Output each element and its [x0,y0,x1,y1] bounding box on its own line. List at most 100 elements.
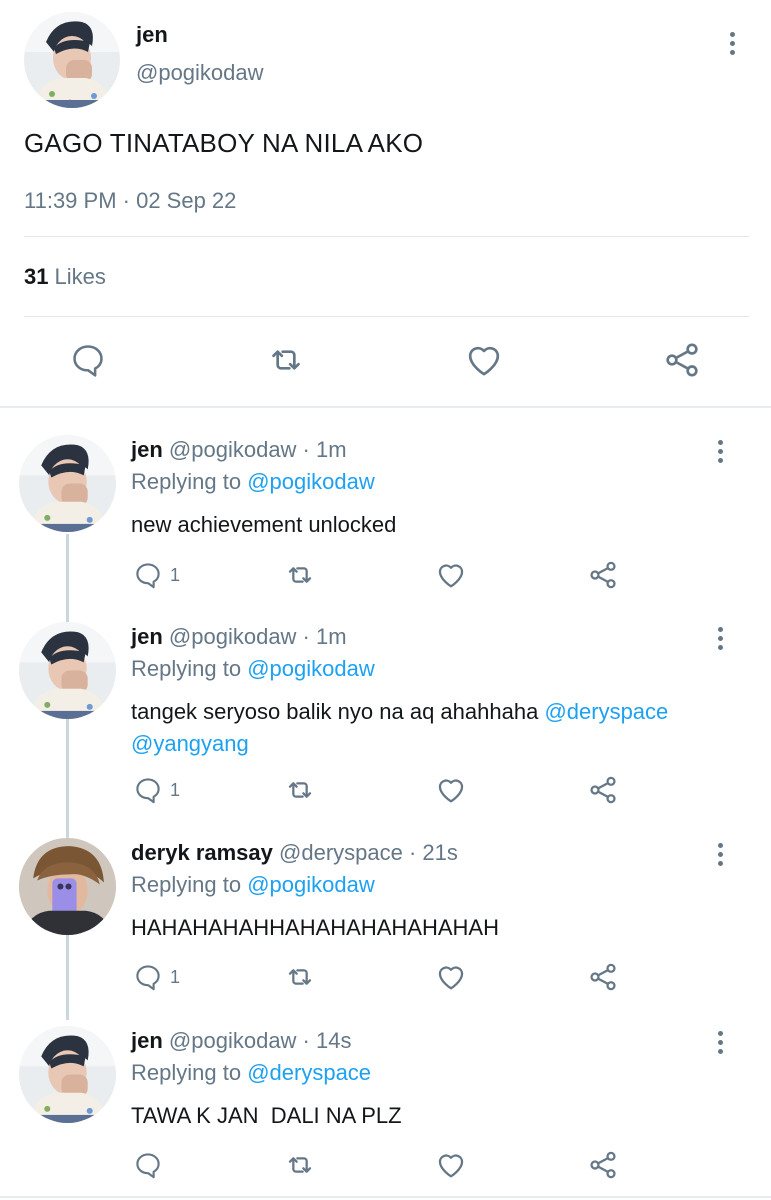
heart-icon [438,564,464,588]
reply-button[interactable] [131,1148,165,1182]
replying-to: Replying to @pogikodaw [131,872,375,898]
tweet-timestamp[interactable]: 11:39 PM · 02 Sep 22 [24,188,236,214]
author-handle[interactable]: @pogikodaw [136,60,264,86]
reply-header: jen @pogikodaw · 1m [131,624,347,650]
reply-header: jen @pogikodaw · 1m [131,437,347,463]
author-handle[interactable]: @pogikodaw · 1m [169,437,347,462]
divider [24,316,749,317]
likes-label: Likes [54,264,106,289]
retweet-button[interactable] [266,340,306,380]
author-handle[interactable]: @deryspace · 21s [279,840,458,865]
reply-count: 1 [170,565,181,585]
author-name[interactable]: jen [136,22,168,48]
retweet-icon [288,1157,312,1173]
section-separator [0,1196,771,1198]
reply-icon [136,778,160,804]
share-button[interactable] [586,1148,620,1182]
author-handle[interactable]: @pogikodaw · 14s [169,1028,352,1053]
reply-text: new achievement unlocked [131,509,731,541]
replying-to: Replying to @pogikodaw [131,656,375,682]
reply-text-body: new achievement unlocked [131,512,397,537]
share-icon [590,1151,616,1179]
reply-icon [136,1153,160,1179]
share-icon [666,343,698,377]
likes-summary[interactable]: 31 Likes [24,264,106,290]
heart-icon [438,966,464,990]
author-name[interactable]: deryk ramsay [131,840,273,865]
replying-to: Replying to @pogikodaw [131,469,375,495]
more-options-icon[interactable] [720,27,744,59]
main-tweet: jen @pogikodaw GAGO TINATABOY NA NILA AK… [0,0,771,408]
reply-icon [73,345,103,377]
replying-mention[interactable]: @pogikodaw [247,469,375,494]
share-icon [590,561,616,589]
reply-count: 1 [170,967,181,987]
avatar[interactable] [19,1026,116,1123]
retweet-button[interactable] [283,960,317,994]
like-button[interactable] [434,960,468,994]
author-name[interactable]: jen [131,437,163,462]
replying-prefix: Replying to [131,872,242,897]
thread-line [66,534,69,1020]
share-icon [590,963,616,991]
divider [24,236,749,237]
replying-mention[interactable]: @pogikodaw [247,872,375,897]
heart-icon [468,346,500,376]
reply-text-body: tangek seryoso balik nyo na aq ahahhaha [131,699,539,724]
retweet-icon [288,567,312,583]
more-options-icon[interactable] [708,622,732,654]
reply-icon [136,965,160,991]
reply-header: deryk ramsay @deryspace · 21s [131,840,458,866]
like-button[interactable] [434,773,468,807]
retweet-icon [272,350,300,370]
replying-to: Replying to @deryspace [131,1060,371,1086]
section-separator [0,406,771,408]
avatar[interactable] [19,622,116,719]
replying-mention[interactable]: @deryspace [247,1060,371,1085]
reply-button[interactable] [131,773,165,807]
share-button[interactable] [586,773,620,807]
reply-text: HAHAHAHAHHAHAHAHAHAHAHAH [131,912,731,944]
reply-icon [136,563,160,589]
author-handle[interactable]: @pogikodaw · 1m [169,624,347,649]
replying-prefix: Replying to [131,1060,242,1085]
like-button[interactable] [434,558,468,592]
mention-link[interactable]: @yangyang [131,731,249,756]
reply-text: TAWA K JAN DALI NA PLZ [131,1100,731,1132]
mention-link[interactable]: @deryspace [544,699,668,724]
author-name[interactable]: jen [131,1028,163,1053]
more-options-icon[interactable] [708,838,732,870]
reply-text: tangek seryoso balik nyo na aq ahahhaha … [131,696,731,760]
reply-header: jen @pogikodaw · 14s [131,1028,351,1054]
reply-button[interactable] [131,558,165,592]
share-button[interactable] [662,340,702,380]
likes-count: 31 [24,264,49,289]
retweet-button[interactable] [283,773,317,807]
author-name[interactable]: jen [131,624,163,649]
reply-button[interactable] [68,340,108,380]
avatar[interactable] [19,435,116,532]
tweet-text: GAGO TINATABOY NA NILA AKO [24,128,424,158]
retweet-button[interactable] [283,558,317,592]
like-button[interactable] [434,1148,468,1182]
avatar[interactable] [24,12,120,108]
avatar[interactable] [19,838,116,935]
share-icon [590,776,616,804]
more-options-icon[interactable] [708,1026,732,1058]
retweet-icon [288,782,312,798]
reply-button[interactable] [131,960,165,994]
reply-text-body: HAHAHAHAHHAHAHAHAHAHAHAH [131,915,499,940]
reply-text-body: TAWA K JAN DALI NA PLZ [131,1103,402,1128]
share-button[interactable] [586,558,620,592]
reply-count: 1 [170,780,181,800]
like-button[interactable] [464,340,504,380]
retweet-button[interactable] [283,1148,317,1182]
heart-icon [438,1154,464,1178]
share-button[interactable] [586,960,620,994]
retweet-icon [288,969,312,985]
more-options-icon[interactable] [708,435,732,467]
replying-mention[interactable]: @pogikodaw [247,656,375,681]
replying-prefix: Replying to [131,469,242,494]
replying-prefix: Replying to [131,656,242,681]
heart-icon [438,779,464,803]
